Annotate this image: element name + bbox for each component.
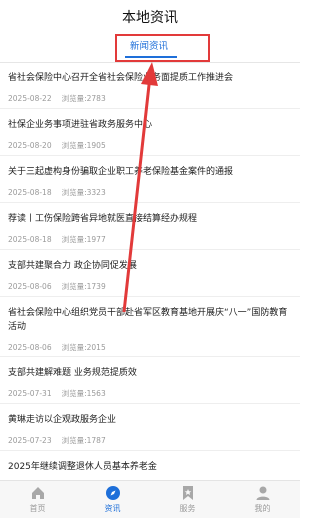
nav-home[interactable]: 首页 — [0, 481, 75, 518]
news-item[interactable]: 支部共建解难题 业务规范提质效 2025-07-31 浏览量:1563 — [0, 357, 300, 404]
nav-label: 首页 — [29, 504, 46, 513]
news-list: 省社会保险中心召开全省社会保险业务面提质工作推进会 2025-08-22 浏览量:… — [0, 62, 300, 498]
news-title: 2025年继续调整退休人员基本养老金 — [8, 462, 157, 472]
bookmark-icon — [182, 486, 193, 500]
news-date: 2025-07-23 — [8, 436, 52, 445]
news-item[interactable]: 省社会保险中心召开全省社会保险业务面提质工作推进会 2025-08-22 浏览量:… — [0, 62, 300, 109]
user-icon — [256, 486, 269, 500]
news-views: 1977 — [86, 235, 106, 244]
news-date: 2025-08-06 — [8, 282, 52, 291]
news-date: 2025-08-06 — [8, 343, 52, 352]
news-title: 黄琳走访以企观政服务企业 — [8, 415, 117, 425]
tab-active-indicator — [125, 56, 177, 58]
nav-profile[interactable]: 我的 — [225, 481, 300, 518]
page-header: 本地资讯 — [0, 0, 300, 34]
compass-icon — [105, 486, 120, 500]
news-meta: 2025-08-22 浏览量:2783 — [8, 93, 106, 104]
news-title: 荐读丨工伤保险跨省异地就医直接结算经办规程 — [8, 214, 198, 224]
news-meta: 2025-08-18 浏览量:3323 — [8, 187, 106, 198]
news-title: 支部共建聚合力 政企协同促发展 — [8, 261, 137, 271]
views-label: 浏览量: — [61, 235, 87, 244]
nav-news[interactable]: 资讯 — [75, 481, 150, 518]
news-meta: 2025-08-18 浏览量:1977 — [8, 234, 106, 245]
news-date: 2025-07-31 — [8, 389, 52, 398]
bottom-nav: 首页 资讯 服务 我的 — [0, 480, 300, 518]
nav-label: 资讯 — [104, 504, 121, 513]
news-item[interactable]: 荐读丨工伤保险跨省异地就医直接结算经办规程 2025-08-18 浏览量:1977 — [0, 203, 300, 250]
views-label: 浏览量: — [61, 436, 87, 445]
news-views: 1905 — [86, 141, 106, 150]
nav-service[interactable]: 服务 — [150, 481, 225, 518]
tab-bar: 新闻资讯 — [0, 34, 300, 63]
news-item[interactable]: 关于三起虚构身份骗取企业职工养老保险基金案件的通报 2025-08-18 浏览量:… — [0, 156, 300, 203]
news-views: 2783 — [86, 94, 106, 103]
news-title: 社保企业务事项进驻省政务服务中心 — [8, 120, 153, 130]
nav-label: 我的 — [254, 504, 271, 513]
news-views: 1787 — [86, 436, 106, 445]
news-title: 省社会保险中心组织党员干部赴省军区教育基地开展庆“八一”国防教育活动 — [8, 308, 288, 332]
views-label: 浏览量: — [61, 343, 87, 352]
news-date: 2025-08-20 — [8, 141, 52, 150]
news-date: 2025-08-18 — [8, 188, 52, 197]
news-item[interactable]: 支部共建聚合力 政企协同促发展 2025-08-06 浏览量:1739 — [0, 250, 300, 297]
news-item[interactable]: 黄琳走访以企观政服务企业 2025-07-23 浏览量:1787 — [0, 404, 300, 451]
news-views: 1563 — [86, 389, 106, 398]
news-title: 支部共建解难题 业务规范提质效 — [8, 368, 137, 378]
news-title: 关于三起虚构身份骗取企业职工养老保险基金案件的通报 — [8, 167, 234, 177]
tab-news[interactable]: 新闻资讯 — [130, 38, 168, 52]
news-meta: 2025-08-06 浏览量:1739 — [8, 281, 106, 292]
news-meta: 2025-08-06 浏览量:2015 — [8, 342, 106, 353]
page-title: 本地资讯 — [122, 10, 178, 26]
news-meta: 2025-07-31 浏览量:1563 — [8, 388, 106, 399]
views-label: 浏览量: — [61, 389, 87, 398]
news-meta: 2025-07-23 浏览量:1787 — [8, 435, 106, 446]
views-label: 浏览量: — [61, 282, 87, 291]
news-date: 2025-08-22 — [8, 94, 52, 103]
views-label: 浏览量: — [61, 188, 87, 197]
news-views: 1739 — [86, 282, 106, 291]
news-item[interactable]: 省社会保险中心组织党员干部赴省军区教育基地开展庆“八一”国防教育活动 2025-… — [0, 297, 300, 357]
news-views: 2015 — [86, 343, 106, 352]
nav-label: 服务 — [179, 504, 196, 513]
news-date: 2025-08-18 — [8, 235, 52, 244]
news-item[interactable]: 社保企业务事项进驻省政务服务中心 2025-08-20 浏览量:1905 — [0, 109, 300, 156]
news-meta: 2025-08-20 浏览量:1905 — [8, 140, 106, 151]
news-title: 省社会保险中心召开全省社会保险业务面提质工作推进会 — [8, 73, 234, 83]
views-label: 浏览量: — [61, 141, 87, 150]
news-views: 3323 — [86, 188, 106, 197]
views-label: 浏览量: — [61, 94, 87, 103]
home-icon — [31, 487, 44, 499]
